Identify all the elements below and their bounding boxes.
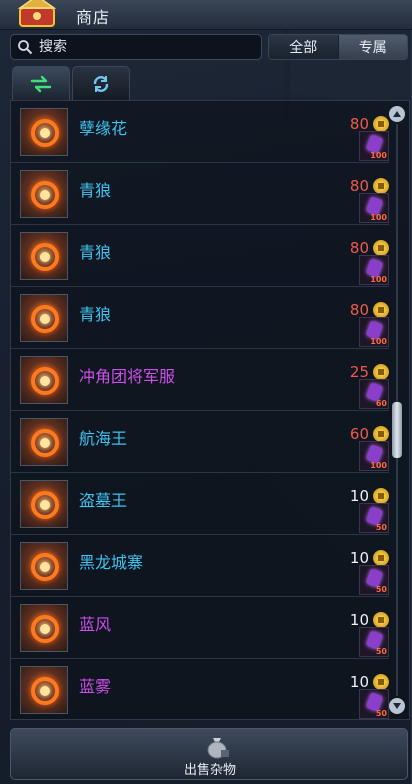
scroll-down-icon[interactable]	[389, 698, 405, 714]
item-name: 冲角团将军服	[79, 367, 176, 386]
item-name: 黑龙城寨	[79, 553, 144, 572]
shop-item-row[interactable]: 航海王 60 100	[11, 411, 389, 473]
item-thumbnail[interactable]	[20, 666, 68, 714]
filter-exclusive-button[interactable]: 专属	[337, 35, 407, 59]
item-glow-dot	[40, 624, 50, 634]
badge-quantity: 100	[370, 337, 387, 346]
badge-quantity: 50	[375, 523, 387, 532]
shop-logo-icon	[17, 0, 57, 27]
filter-toggle: 全部 专属	[268, 34, 408, 60]
search-icon	[18, 40, 33, 55]
item-glow-dot	[40, 562, 50, 572]
title-bar[interactable]: 商店	[0, 0, 412, 30]
item-thumbnail[interactable]	[20, 294, 68, 342]
item-thumbnail[interactable]	[20, 604, 68, 652]
shop-item-row[interactable]: 盗墓王 10 50	[11, 473, 389, 535]
scrollbar[interactable]	[388, 104, 406, 718]
coin-icon	[373, 178, 389, 194]
item-glow-dot	[40, 252, 50, 262]
search-input[interactable]	[39, 39, 239, 55]
coin-icon	[373, 116, 389, 132]
item-name: 青狼	[79, 243, 112, 262]
coin-icon	[373, 488, 389, 504]
coin-icon	[373, 426, 389, 442]
shop-item-row[interactable]: 青狼 80 100	[11, 287, 389, 349]
badge-quantity: 50	[375, 709, 387, 718]
item-currency-badge[interactable]: 50	[359, 689, 389, 719]
window-title: 商店	[76, 8, 111, 27]
item-currency-badge[interactable]: 50	[359, 503, 389, 533]
shop-item-row[interactable]: 黑龙城寨 10 50	[11, 535, 389, 597]
refresh-icon	[93, 75, 109, 92]
money-bag-icon	[207, 738, 229, 759]
item-glow-dot	[40, 314, 50, 324]
item-currency-badge[interactable]: 50	[359, 565, 389, 595]
shop-item-row[interactable]: 青狼 80 100	[11, 225, 389, 287]
coin-icon	[373, 550, 389, 566]
badge-quantity: 100	[370, 275, 387, 284]
item-name: 航海王	[79, 429, 128, 448]
item-name: 盗墓王	[79, 491, 128, 510]
item-thumbnail[interactable]	[20, 418, 68, 466]
badge-quantity: 50	[375, 647, 387, 656]
item-glow-dot	[40, 686, 50, 696]
coin-icon	[373, 302, 389, 318]
swap-arrows-icon	[30, 75, 52, 92]
filter-all-button[interactable]: 全部	[269, 35, 338, 59]
tab-swap[interactable]	[12, 66, 70, 100]
shop-item-row[interactable]: 孽缘花 80 100	[11, 101, 389, 163]
item-currency-badge[interactable]: 100	[359, 441, 389, 471]
coin-icon	[373, 364, 389, 380]
sell-junk-label: 出售杂物	[183, 763, 236, 778]
badge-quantity: 100	[370, 151, 387, 160]
shop-item-row[interactable]: 蓝风 10 50	[11, 597, 389, 659]
item-currency-badge[interactable]: 100	[359, 317, 389, 347]
scroll-thumb[interactable]	[392, 402, 402, 458]
item-currency-badge[interactable]: 100	[359, 193, 389, 223]
item-currency-badge[interactable]: 100	[359, 131, 389, 161]
item-currency-badge[interactable]: 50	[359, 627, 389, 657]
shop-item-row[interactable]: 青狼 80 100	[11, 163, 389, 225]
item-thumbnail[interactable]	[20, 108, 68, 156]
item-name: 孽缘花	[79, 119, 128, 138]
item-thumbnail[interactable]	[20, 232, 68, 280]
item-name: 青狼	[79, 181, 112, 200]
item-name: 蓝雾	[79, 677, 112, 696]
coin-icon	[373, 674, 389, 690]
item-name: 青狼	[79, 305, 112, 324]
badge-quantity: 100	[370, 461, 387, 470]
item-thumbnail[interactable]	[20, 542, 68, 590]
item-glow-dot	[40, 500, 50, 510]
sell-junk-button[interactable]: 出售杂物	[10, 728, 408, 780]
shop-item-row[interactable]: 冲角团将军服 25 60	[11, 349, 389, 411]
badge-quantity: 100	[370, 213, 387, 222]
tab-refresh[interactable]	[72, 66, 130, 100]
item-thumbnail[interactable]	[20, 170, 68, 218]
item-glow-dot	[40, 128, 50, 138]
item-currency-badge[interactable]: 100	[359, 255, 389, 285]
item-list[interactable]: 孽缘花 80 100 青狼 80 100 青狼 80 100 青狼 80 100…	[10, 100, 410, 720]
scroll-up-icon[interactable]	[389, 106, 405, 122]
shop-panel: 商店 全部 专属 孽缘花 80	[0, 0, 412, 784]
badge-quantity: 60	[375, 399, 387, 408]
item-name: 蓝风	[79, 615, 112, 634]
coin-icon	[373, 240, 389, 256]
tab-bar	[12, 66, 132, 100]
item-glow-dot	[40, 438, 50, 448]
item-currency-badge[interactable]: 60	[359, 379, 389, 409]
shop-item-row[interactable]: 蓝雾 10 50	[11, 659, 389, 719]
item-thumbnail[interactable]	[20, 356, 68, 404]
item-glow-dot	[40, 376, 50, 386]
badge-quantity: 50	[375, 585, 387, 594]
item-glow-dot	[40, 190, 50, 200]
coin-icon	[373, 612, 389, 628]
search-box[interactable]	[10, 34, 262, 60]
item-thumbnail[interactable]	[20, 480, 68, 528]
